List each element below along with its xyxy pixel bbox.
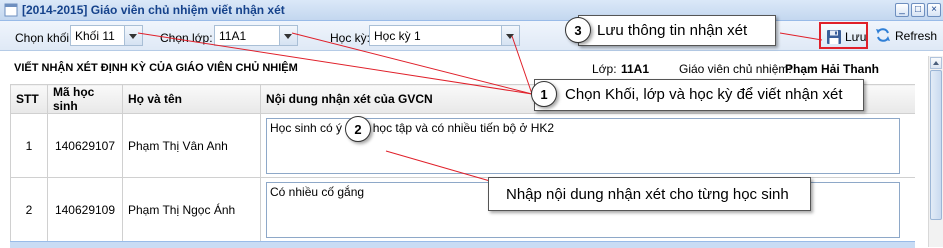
callout-badge-3: 3: [565, 17, 591, 43]
header-student-name[interactable]: Họ và tên: [122, 84, 261, 114]
class-label: Lớp:: [592, 62, 617, 76]
row-student-code: 140629109: [47, 177, 123, 242]
callout-select-text: Chọn Khối, lớp và học kỳ để viết nhận xé…: [565, 86, 843, 103]
floppy-disk-icon: [827, 30, 841, 44]
refresh-icon: [876, 28, 890, 42]
scroll-up-arrow[interactable]: [930, 57, 942, 69]
vertical-scrollbar[interactable]: [928, 56, 943, 247]
callout-select-filters: Chọn Khối, lớp và học kỳ để viết nhận xé…: [534, 79, 864, 111]
row-stt: 1: [10, 113, 48, 178]
lop-select-value: 11A1: [219, 29, 247, 43]
row-student-code: 140629107: [47, 113, 123, 178]
khoi-select[interactable]: Khối 11: [70, 25, 143, 46]
callout-badge-2: 2: [345, 116, 371, 142]
table-row[interactable]: 1 140629107 Phạm Thị Vân Anh Học sinh có…: [10, 113, 915, 178]
teacher-label: Giáo viên chủ nhiệm:: [679, 62, 792, 76]
callout-save-info: Lưu thông tin nhận xét: [578, 15, 776, 46]
chevron-down-icon[interactable]: [501, 26, 519, 45]
callout-enter-text: Nhập nội dung nhận xét cho từng học sinh: [506, 186, 789, 203]
header-stt[interactable]: STT: [10, 84, 48, 114]
row-student-name: Phạm Thị Vân Anh: [122, 113, 261, 178]
close-button[interactable]: ×: [927, 3, 941, 17]
khoi-label: Chọn khối:: [15, 31, 73, 45]
refresh-button-label: Refresh: [895, 29, 938, 43]
header-student-code[interactable]: Mã học sinh: [47, 84, 123, 114]
save-button[interactable]: Lưu: [819, 22, 868, 49]
teacher-value: Phạm Hải Thanh: [785, 62, 880, 76]
hocky-label: Học kỳ:: [330, 31, 371, 45]
row-student-name: Phạm Thị Ngọc Ánh: [122, 177, 261, 242]
maximize-button[interactable]: □: [911, 3, 925, 17]
lop-label: Chọn lớp:: [160, 31, 213, 45]
hocky-select[interactable]: Học kỳ 1: [369, 25, 520, 46]
chevron-down-icon[interactable]: [124, 26, 142, 45]
window-titlebar: [2014-2015] Giáo viên chủ nhiệm viết nhậ…: [0, 0, 943, 21]
window-icon: [4, 3, 18, 17]
lop-select[interactable]: 11A1: [214, 25, 298, 46]
callout-enter-comments: Nhập nội dung nhận xét cho từng học sinh: [488, 177, 811, 211]
scroll-thumb[interactable]: [930, 70, 942, 220]
row-stt: 2: [10, 177, 48, 242]
page-heading: VIẾT NHẬN XÉT ĐỊNH KỲ CỦA GIÁO VIÊN CHỦ …: [14, 62, 298, 74]
callout-save-text: Lưu thông tin nhận xét: [597, 22, 748, 39]
callout-badge-1: 1: [531, 81, 557, 107]
hocky-select-value: Học kỳ 1: [374, 29, 421, 43]
window-title: [2014-2015] Giáo viên chủ nhiệm viết nhậ…: [22, 3, 285, 17]
minimize-button[interactable]: _: [895, 3, 909, 17]
khoi-select-value: Khối 11: [75, 29, 115, 43]
chevron-down-icon[interactable]: [279, 26, 297, 45]
save-button-label: Lưu: [845, 30, 867, 44]
class-value: 11A1: [621, 62, 650, 76]
